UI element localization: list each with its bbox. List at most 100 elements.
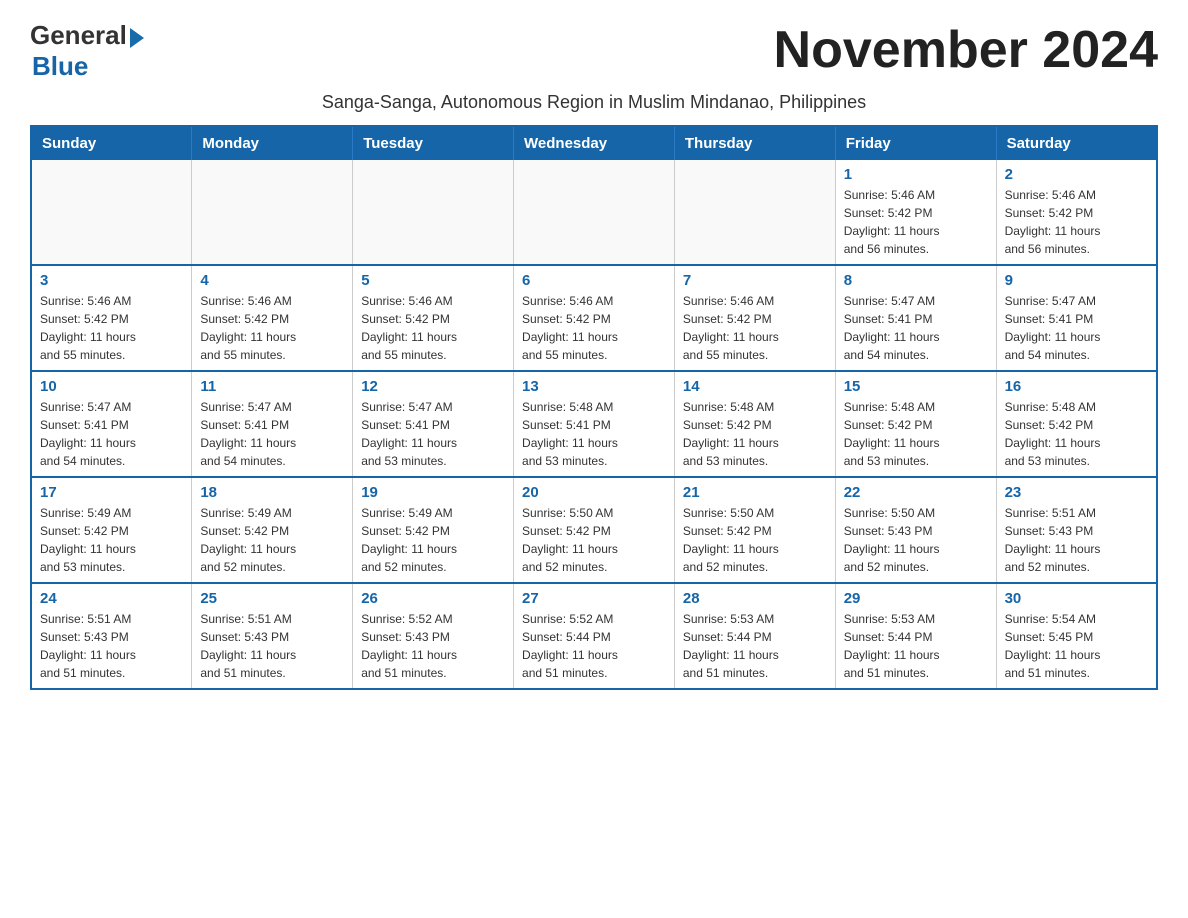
day-number: 23 [1005, 484, 1148, 501]
day-number: 10 [40, 378, 183, 395]
day-number: 19 [361, 484, 505, 501]
table-row: 16 Sunrise: 5:48 AMSunset: 5:42 PMDayligh… [996, 371, 1157, 477]
calendar-table: Sunday Monday Tuesday Wednesday Thursday… [30, 125, 1158, 690]
day-info: Sunrise: 5:46 AMSunset: 5:42 PMDaylight:… [1005, 186, 1148, 258]
logo-triangle-icon [130, 28, 144, 48]
day-info: Sunrise: 5:46 AMSunset: 5:42 PMDaylight:… [683, 292, 827, 364]
col-thursday: Thursday [674, 126, 835, 160]
calendar-week-row: 10 Sunrise: 5:47 AMSunset: 5:41 PMDayligh… [31, 371, 1157, 477]
day-info: Sunrise: 5:51 AMSunset: 5:43 PMDaylight:… [1005, 504, 1148, 576]
day-info: Sunrise: 5:53 AMSunset: 5:44 PMDaylight:… [683, 610, 827, 682]
table-row: 12 Sunrise: 5:47 AMSunset: 5:41 PMDayligh… [353, 371, 514, 477]
logo: General Blue [30, 20, 144, 82]
table-row: 21Sunrise: 5:50 AMSunset: 5:42 PMDayligh… [674, 477, 835, 583]
table-row: 3 Sunrise: 5:46 AMSunset: 5:42 PMDaylight… [31, 265, 192, 371]
day-number: 22 [844, 484, 988, 501]
day-number: 14 [683, 378, 827, 395]
table-row [31, 160, 192, 265]
subtitle: Sanga-Sanga, Autonomous Region in Muslim… [30, 92, 1158, 113]
day-info: Sunrise: 5:54 AMSunset: 5:45 PMDaylight:… [1005, 610, 1148, 682]
logo-general: General [30, 20, 127, 51]
day-number: 4 [200, 272, 344, 289]
day-info: Sunrise: 5:48 AMSunset: 5:42 PMDaylight:… [1005, 398, 1148, 470]
day-number: 6 [522, 272, 666, 289]
day-number: 30 [1005, 590, 1148, 607]
day-number: 5 [361, 272, 505, 289]
calendar-week-row: 3 Sunrise: 5:46 AMSunset: 5:42 PMDaylight… [31, 265, 1157, 371]
table-row: 14 Sunrise: 5:48 AMSunset: 5:42 PMDayligh… [674, 371, 835, 477]
day-number: 8 [844, 272, 988, 289]
day-number: 28 [683, 590, 827, 607]
table-row: 10 Sunrise: 5:47 AMSunset: 5:41 PMDayligh… [31, 371, 192, 477]
day-number: 11 [200, 378, 344, 395]
day-info: Sunrise: 5:47 AMSunset: 5:41 PMDaylight:… [1005, 292, 1148, 364]
day-info: Sunrise: 5:50 AMSunset: 5:42 PMDaylight:… [522, 504, 666, 576]
table-row [192, 160, 353, 265]
day-info: Sunrise: 5:47 AMSunset: 5:41 PMDaylight:… [844, 292, 988, 364]
day-info: Sunrise: 5:48 AMSunset: 5:42 PMDaylight:… [844, 398, 988, 470]
table-row: 4Sunrise: 5:46 AMSunset: 5:42 PMDaylight… [192, 265, 353, 371]
day-number: 12 [361, 378, 505, 395]
day-info: Sunrise: 5:46 AMSunset: 5:42 PMDaylight:… [844, 186, 988, 258]
table-row: 1Sunrise: 5:46 AMSunset: 5:42 PMDaylight… [835, 160, 996, 265]
day-number: 2 [1005, 166, 1148, 183]
day-number: 7 [683, 272, 827, 289]
table-row [353, 160, 514, 265]
day-info: Sunrise: 5:48 AMSunset: 5:41 PMDaylight:… [522, 398, 666, 470]
table-row: 15Sunrise: 5:48 AMSunset: 5:42 PMDayligh… [835, 371, 996, 477]
month-title: November 2024 [774, 20, 1158, 80]
calendar-week-row: 1Sunrise: 5:46 AMSunset: 5:42 PMDaylight… [31, 160, 1157, 265]
table-row: 28 Sunrise: 5:53 AMSunset: 5:44 PMDayligh… [674, 583, 835, 689]
table-row: 7 Sunrise: 5:46 AMSunset: 5:42 PMDaylight… [674, 265, 835, 371]
calendar-week-row: 24 Sunrise: 5:51 AMSunset: 5:43 PMDayligh… [31, 583, 1157, 689]
day-number: 18 [200, 484, 344, 501]
table-row: 18 Sunrise: 5:49 AMSunset: 5:42 PMDayligh… [192, 477, 353, 583]
table-row: 17Sunrise: 5:49 AMSunset: 5:42 PMDayligh… [31, 477, 192, 583]
day-number: 24 [40, 590, 183, 607]
header: General Blue November 2024 [30, 20, 1158, 82]
day-info: Sunrise: 5:53 AMSunset: 5:44 PMDaylight:… [844, 610, 988, 682]
day-number: 25 [200, 590, 344, 607]
table-row: 20Sunrise: 5:50 AMSunset: 5:42 PMDayligh… [514, 477, 675, 583]
table-row: 5 Sunrise: 5:46 AMSunset: 5:42 PMDaylight… [353, 265, 514, 371]
day-info: Sunrise: 5:47 AMSunset: 5:41 PMDaylight:… [200, 398, 344, 470]
table-row: 2 Sunrise: 5:46 AMSunset: 5:42 PMDaylight… [996, 160, 1157, 265]
day-info: Sunrise: 5:46 AMSunset: 5:42 PMDaylight:… [522, 292, 666, 364]
day-info: Sunrise: 5:47 AMSunset: 5:41 PMDaylight:… [361, 398, 505, 470]
day-info: Sunrise: 5:49 AMSunset: 5:42 PMDaylight:… [40, 504, 183, 576]
day-info: Sunrise: 5:50 AMSunset: 5:42 PMDaylight:… [683, 504, 827, 576]
table-row: 19 Sunrise: 5:49 AMSunset: 5:42 PMDayligh… [353, 477, 514, 583]
day-number: 29 [844, 590, 988, 607]
table-row: 24 Sunrise: 5:51 AMSunset: 5:43 PMDayligh… [31, 583, 192, 689]
day-info: Sunrise: 5:51 AMSunset: 5:43 PMDaylight:… [200, 610, 344, 682]
day-info: Sunrise: 5:48 AMSunset: 5:42 PMDaylight:… [683, 398, 827, 470]
table-row [514, 160, 675, 265]
day-number: 9 [1005, 272, 1148, 289]
table-row: 13 Sunrise: 5:48 AMSunset: 5:41 PMDayligh… [514, 371, 675, 477]
day-number: 13 [522, 378, 666, 395]
day-info: Sunrise: 5:46 AMSunset: 5:42 PMDaylight:… [40, 292, 183, 364]
calendar-week-row: 17Sunrise: 5:49 AMSunset: 5:42 PMDayligh… [31, 477, 1157, 583]
table-row: 6 Sunrise: 5:46 AMSunset: 5:42 PMDaylight… [514, 265, 675, 371]
day-info: Sunrise: 5:51 AMSunset: 5:43 PMDaylight:… [40, 610, 183, 682]
calendar-header-row: Sunday Monday Tuesday Wednesday Thursday… [31, 126, 1157, 160]
table-row: 11 Sunrise: 5:47 AMSunset: 5:41 PMDayligh… [192, 371, 353, 477]
day-number: 16 [1005, 378, 1148, 395]
table-row [674, 160, 835, 265]
day-info: Sunrise: 5:47 AMSunset: 5:41 PMDaylight:… [40, 398, 183, 470]
logo-blue: Blue [32, 51, 144, 82]
day-info: Sunrise: 5:52 AMSunset: 5:43 PMDaylight:… [361, 610, 505, 682]
day-info: Sunrise: 5:50 AMSunset: 5:43 PMDaylight:… [844, 504, 988, 576]
table-row: 25 Sunrise: 5:51 AMSunset: 5:43 PMDayligh… [192, 583, 353, 689]
col-monday: Monday [192, 126, 353, 160]
day-info: Sunrise: 5:46 AMSunset: 5:42 PMDaylight:… [361, 292, 505, 364]
table-row: 9 Sunrise: 5:47 AMSunset: 5:41 PMDaylight… [996, 265, 1157, 371]
day-info: Sunrise: 5:49 AMSunset: 5:42 PMDaylight:… [200, 504, 344, 576]
col-wednesday: Wednesday [514, 126, 675, 160]
table-row: 26Sunrise: 5:52 AMSunset: 5:43 PMDayligh… [353, 583, 514, 689]
table-row: 22 Sunrise: 5:50 AMSunset: 5:43 PMDayligh… [835, 477, 996, 583]
day-info: Sunrise: 5:49 AMSunset: 5:42 PMDaylight:… [361, 504, 505, 576]
table-row: 27Sunrise: 5:52 AMSunset: 5:44 PMDayligh… [514, 583, 675, 689]
day-number: 3 [40, 272, 183, 289]
col-saturday: Saturday [996, 126, 1157, 160]
